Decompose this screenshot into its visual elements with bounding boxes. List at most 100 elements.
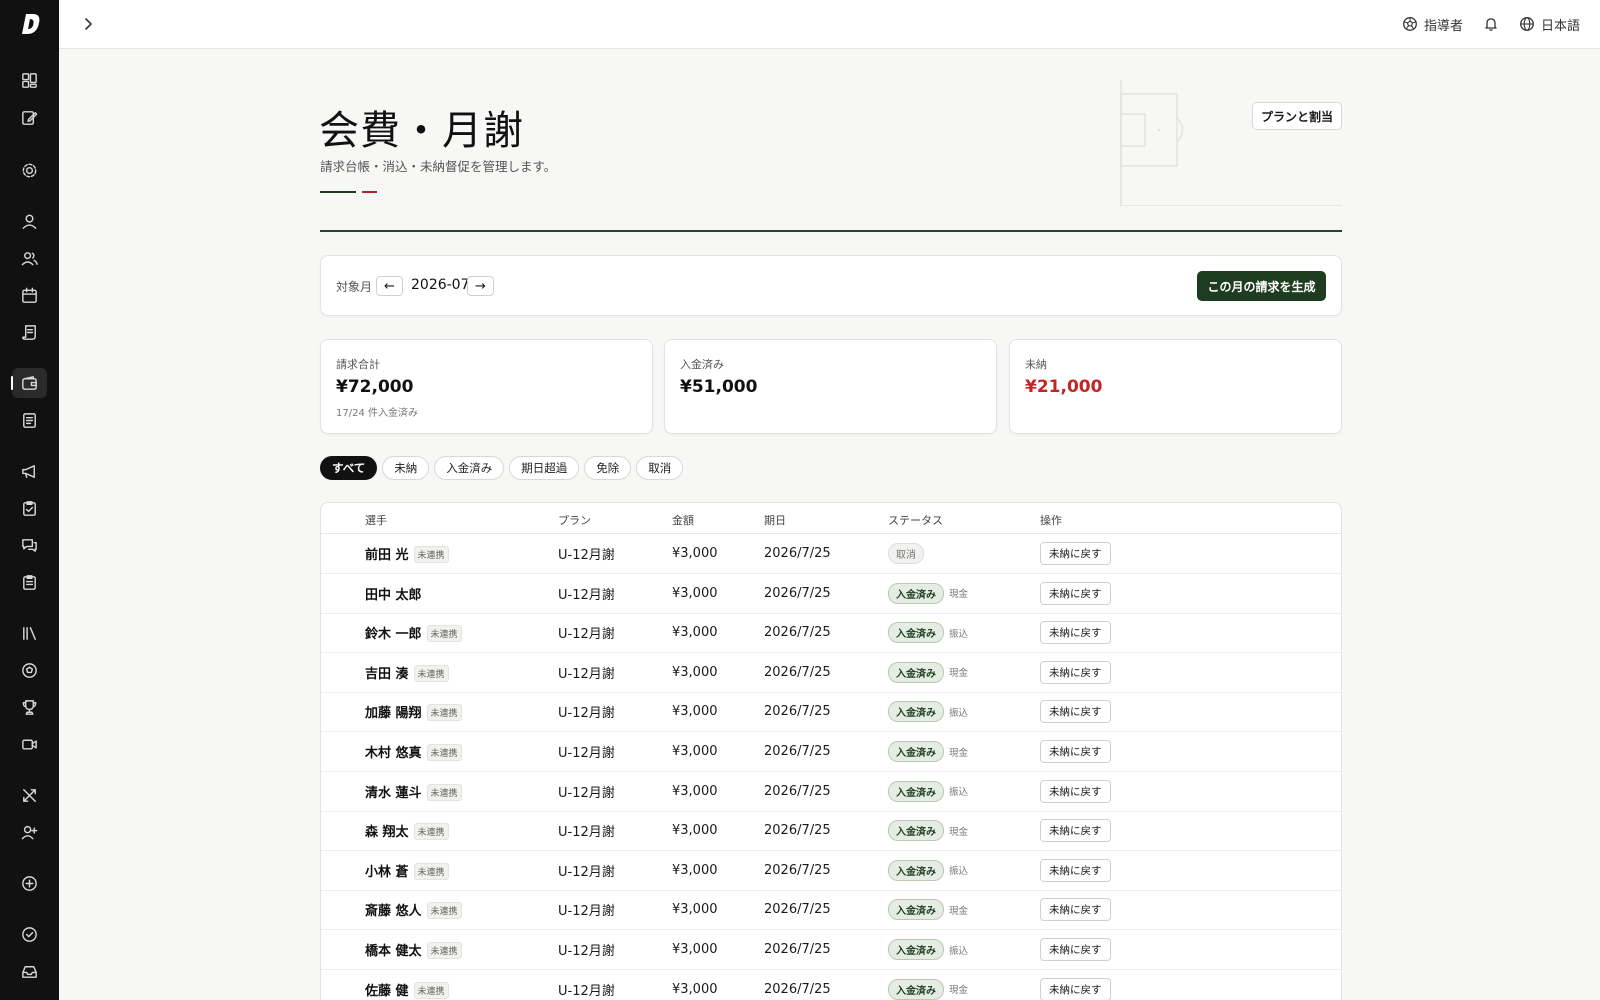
status-cell: 入金済み 現金 — [888, 574, 968, 613]
due-date-cell: 2026/7/25 — [764, 704, 831, 720]
calendar-icon — [22, 287, 37, 303]
table-row[interactable]: 前田 光 未連携 U-12月謝 ¥3,000 2026/7/25 取消 未納に戻… — [321, 534, 1341, 574]
table-row[interactable]: 小林 蒼 未連携 U-12月謝 ¥3,000 2026/7/25 入金済み 振込… — [321, 851, 1341, 891]
table-row[interactable]: 吉田 湊 未連携 U-12月謝 ¥3,000 2026/7/25 入金済み 現金… — [321, 653, 1341, 693]
status-cell: 入金済み 現金 — [888, 890, 968, 929]
filter-chip-cancelled[interactable]: 取消 — [636, 456, 684, 480]
action-cell: 未納に戻す — [1040, 811, 1111, 850]
invoice-table: 選手 プラン 金額 期日 ステータス 操作 前田 光 未連携 U-12月謝 ¥3… — [320, 502, 1342, 1000]
status-badge: 入金済み — [888, 859, 944, 881]
table-row[interactable]: 佐藤 健 未連携 U-12月謝 ¥3,000 2026/7/25 入金済み 現金… — [321, 970, 1341, 1000]
action-cell: 未納に戻す — [1040, 851, 1111, 890]
status-cell: 入金済み 振込 — [888, 613, 968, 652]
next-month-button[interactable]: → — [467, 276, 494, 296]
revert-to-unpaid-button[interactable]: 未納に戻す — [1040, 819, 1111, 843]
accent-line-red — [362, 191, 377, 193]
table-row[interactable]: 木村 悠真 未連携 U-12月謝 ¥3,000 2026/7/25 入金済み 現… — [321, 732, 1341, 772]
filter-chip-all[interactable]: すべて — [320, 456, 378, 480]
filter-chip-unpaid[interactable]: 未納 — [382, 456, 430, 480]
sidebar-item-video[interactable] — [12, 729, 47, 759]
status-badge: 入金済み — [888, 899, 944, 921]
table-row[interactable]: 加藤 陽翔 未連携 U-12月謝 ¥3,000 2026/7/25 入金済み 振… — [321, 692, 1341, 733]
amount-cell: ¥3,000 — [672, 546, 718, 561]
sidebar-item-user[interactable] — [12, 206, 47, 236]
payment-method: 現金 — [949, 589, 969, 601]
sidebar-item-tactics[interactable] — [12, 780, 47, 810]
sidebar-item-plus-circle[interactable] — [12, 868, 47, 898]
column-header-plan[interactable]: プラン — [558, 512, 591, 528]
sidebar-item-add-user[interactable] — [12, 817, 47, 847]
sidebar-item-check-circle[interactable] — [12, 919, 47, 949]
plans-button[interactable]: プランと割当 — [1252, 102, 1342, 130]
due-date-cell: 2026/7/25 — [764, 585, 831, 601]
revert-to-unpaid-button[interactable]: 未納に戻す — [1040, 977, 1111, 1000]
sidebar-item-library[interactable] — [12, 618, 47, 648]
revert-to-unpaid-button[interactable]: 未納に戻す — [1040, 779, 1111, 803]
player-cell: 小林 蒼 未連携 — [365, 851, 449, 890]
revert-to-unpaid-button[interactable]: 未納に戻す — [1040, 700, 1111, 724]
logo-icon[interactable] — [14, 9, 44, 39]
sidebar-item-edit-note[interactable] — [12, 102, 47, 132]
stat-value: ¥21,000 — [1025, 377, 1103, 397]
payment-method: 振込 — [949, 866, 969, 878]
table-row[interactable]: 橋本 健太 未連携 U-12月謝 ¥3,000 2026/7/25 入金済み 振… — [321, 930, 1341, 970]
sidebar-item-megaphone[interactable] — [12, 456, 47, 486]
revert-to-unpaid-button[interactable]: 未納に戻す — [1040, 660, 1111, 684]
table-row[interactable]: 清水 蓮斗 未連携 U-12月謝 ¥3,000 2026/7/25 入金済み 振… — [321, 772, 1341, 812]
sidebar-item-ledger[interactable] — [12, 405, 47, 435]
revert-to-unpaid-button[interactable]: 未納に戻す — [1040, 542, 1111, 565]
revert-to-unpaid-button[interactable]: 未納に戻す — [1040, 938, 1111, 961]
due-date-cell: 2026/7/25 — [764, 862, 831, 878]
language-switcher[interactable]: 日本語 — [1519, 15, 1580, 34]
sidebar-item-users[interactable] — [12, 243, 47, 273]
revert-to-unpaid-button[interactable]: 未納に戻す — [1040, 898, 1111, 922]
sidebar-item-settings[interactable] — [12, 155, 47, 185]
sidebar-item-scroll[interactable] — [12, 317, 47, 347]
sidebar-item-calendar[interactable] — [12, 280, 47, 310]
filter-chip-overdue[interactable]: 期日超過 — [509, 456, 580, 480]
sidebar-item-dashboard[interactable] — [12, 65, 47, 95]
role-switcher[interactable]: 指導者 — [1402, 15, 1463, 34]
revert-to-unpaid-button[interactable]: 未納に戻す — [1040, 581, 1111, 605]
language-label: 日本語 — [1540, 18, 1580, 34]
table-row[interactable]: 森 翔太 未連携 U-12月謝 ¥3,000 2026/7/25 入金済み 現金… — [321, 811, 1341, 852]
amount-cell: ¥3,000 — [672, 704, 718, 720]
prev-month-button[interactable]: ← — [376, 276, 403, 296]
filter-chip-paid[interactable]: 入金済み — [434, 456, 505, 480]
column-header-due[interactable]: 期日 — [764, 512, 786, 528]
revert-to-unpaid-button[interactable]: 未納に戻す — [1040, 858, 1111, 882]
sidebar-item-clipboard-list[interactable] — [12, 567, 47, 597]
month-label: 対象月 — [336, 280, 373, 294]
sidebar-expand-button[interactable] — [77, 13, 99, 35]
sidebar-item-inbox[interactable] — [12, 956, 47, 986]
sidebar-item-wallet[interactable] — [11, 368, 47, 398]
table-row[interactable]: 田中 太郎 U-12月謝 ¥3,000 2026/7/25 入金済み 現金 未納… — [321, 574, 1341, 614]
table-row[interactable]: 鈴木 一郎 未連携 U-12月謝 ¥3,000 2026/7/25 入金済み 振… — [321, 613, 1341, 654]
player-cell: 橋本 健太 未連携 — [365, 930, 462, 969]
stat-label: 請求合計 — [336, 358, 380, 371]
add-user-icon — [21, 825, 38, 839]
player-name: 前田 光 — [365, 548, 409, 563]
player-name: 木村 悠真 — [365, 746, 422, 761]
plan-cell: U-12月謝 — [558, 548, 615, 563]
filter-chip-exempt[interactable]: 免除 — [584, 456, 632, 480]
stat-subtext: 17/24 件入金済み — [336, 408, 418, 419]
plan-cell: U-12月謝 — [558, 944, 615, 959]
notifications-button[interactable] — [1483, 16, 1499, 32]
column-header-player[interactable]: 選手 — [365, 512, 387, 528]
sidebar-item-soccer-ball[interactable] — [12, 655, 47, 685]
column-header-status[interactable]: ステータス — [888, 512, 943, 528]
sidebar-item-chat[interactable] — [12, 530, 47, 560]
column-header-amount[interactable]: 金額 — [672, 512, 694, 528]
revert-to-unpaid-button[interactable]: 未納に戻す — [1040, 621, 1111, 645]
chevron-right-icon — [85, 18, 92, 30]
generate-invoices-button[interactable]: この月の請求を生成 — [1197, 271, 1326, 301]
sidebar-item-clipboard-check[interactable] — [12, 493, 47, 523]
sidebar-item-trophy[interactable] — [12, 692, 47, 722]
player-name: 斎藤 悠人 — [365, 904, 422, 920]
stat-card-unpaid: 未納 ¥21,000 — [1009, 339, 1342, 434]
player-name: 橋本 健太 — [365, 944, 422, 959]
table-row[interactable]: 斎藤 悠人 未連携 U-12月謝 ¥3,000 2026/7/25 入金済み 現… — [321, 890, 1341, 931]
amount-cell: ¥3,000 — [672, 664, 718, 680]
revert-to-unpaid-button[interactable]: 未納に戻す — [1040, 740, 1111, 763]
